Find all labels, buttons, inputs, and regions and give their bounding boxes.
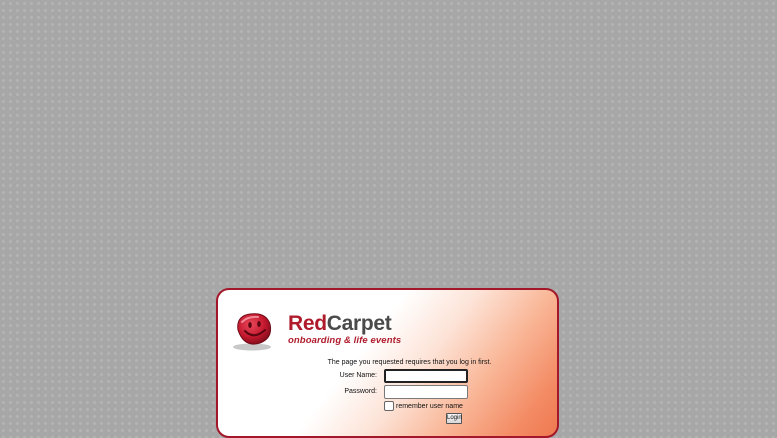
password-input[interactable] — [384, 385, 468, 399]
remember-user-name-option[interactable]: remember user name — [384, 401, 463, 411]
login-button[interactable]: Login — [446, 413, 462, 424]
brand-name: RedCarpet — [288, 312, 392, 336]
remember-label: remember user name — [396, 402, 463, 410]
remember-checkbox[interactable] — [384, 401, 394, 411]
redcarpet-logo: RedCarpet onboarding & life events — [232, 308, 401, 352]
login-required-notice: The page you requested requires that you… — [327, 359, 492, 366]
brand-name-carpet: Carpet — [326, 312, 392, 335]
username-input[interactable] — [384, 369, 468, 383]
username-label: User Name: — [339, 372, 377, 379]
brand-name-red: Red — [288, 312, 327, 335]
login-panel: RedCarpet onboarding & life events The p… — [216, 288, 559, 438]
smiley-logo-icon — [233, 313, 271, 351]
password-label: Password: — [344, 388, 377, 395]
brand-tagline: onboarding & life events — [288, 335, 402, 346]
